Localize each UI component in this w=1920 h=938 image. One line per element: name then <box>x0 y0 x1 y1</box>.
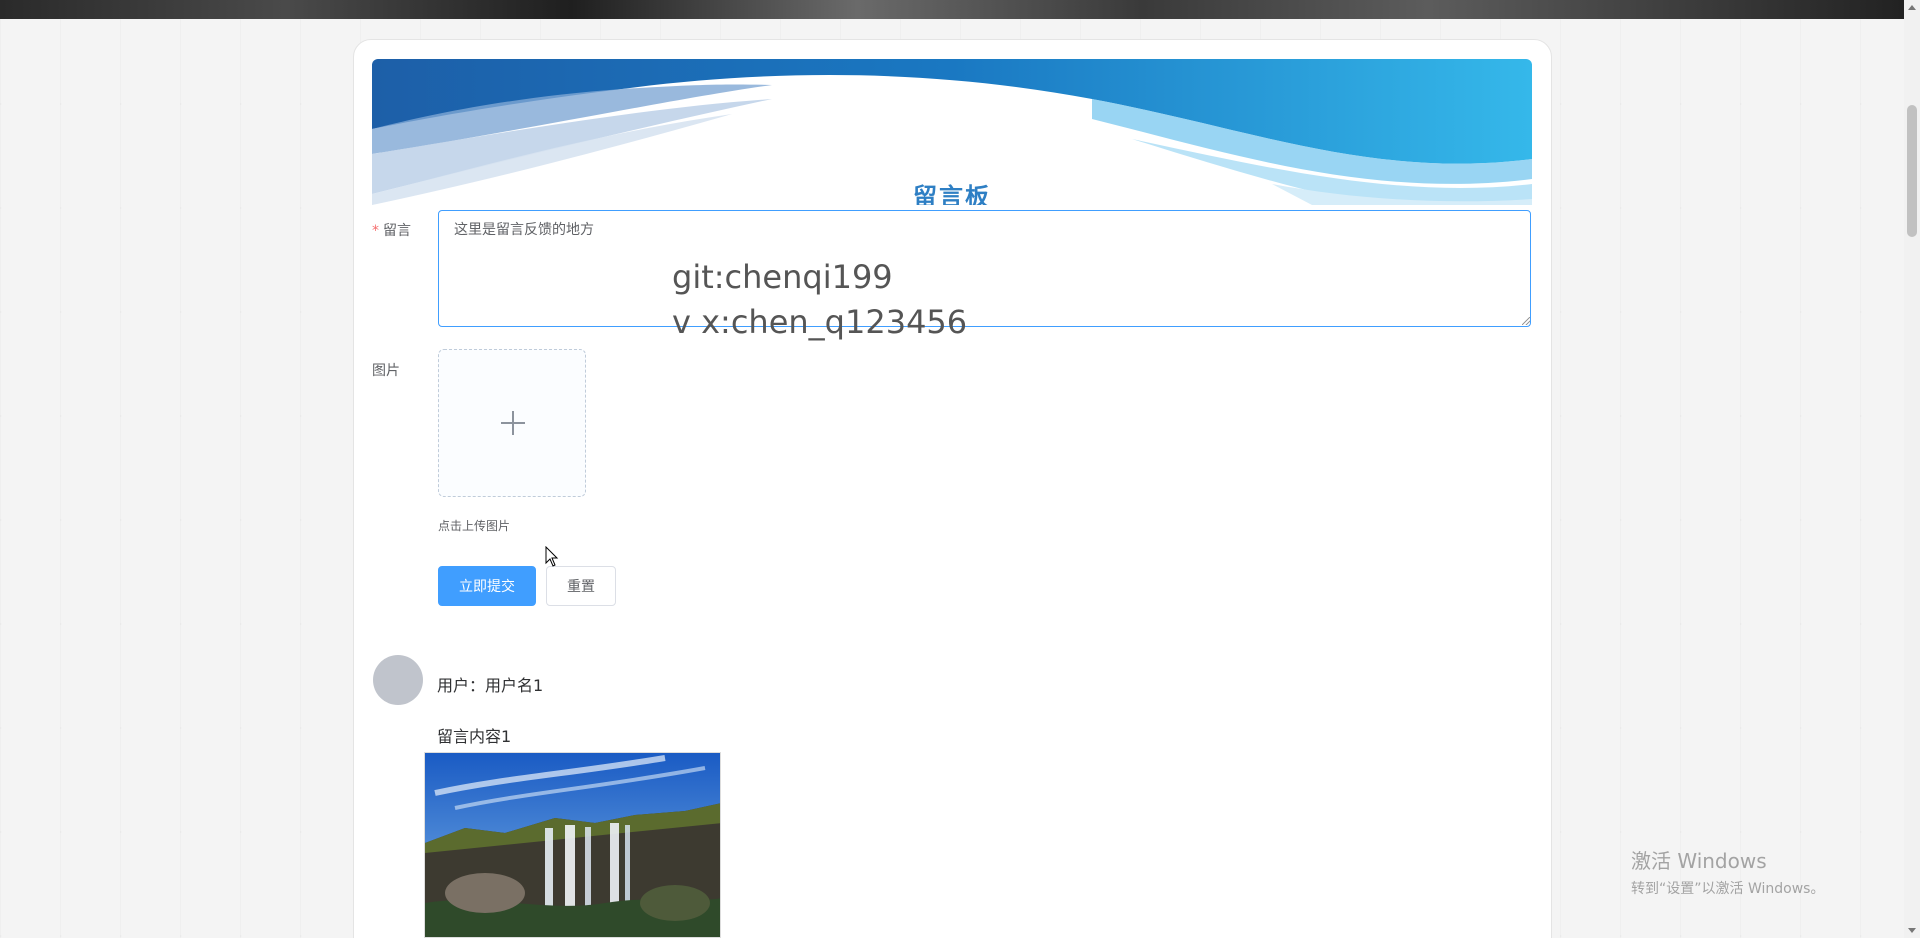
required-mark: * <box>372 223 379 239</box>
message-label: * 留言 <box>372 220 411 240</box>
activation-title: 激活 Windows <box>1631 849 1767 873</box>
top-header-image-strip <box>0 0 1904 19</box>
scroll-down-arrow-icon[interactable] <box>1908 928 1916 933</box>
message-textarea[interactable]: 这里是留言反馈的地方 <box>438 210 1531 327</box>
image-label: 图片 <box>372 363 400 379</box>
upload-tip: 点击上传图片 <box>438 519 511 533</box>
message-label-text: 留言 <box>383 223 411 239</box>
banner: 留言板 <box>372 59 1532 205</box>
page-title: 留言板 <box>913 183 991 205</box>
submit-button[interactable]: 立即提交 <box>438 566 536 606</box>
activation-subtitle: 转到“设置”以激活 Windows。 <box>1631 881 1825 897</box>
reset-button[interactable]: 重置 <box>546 566 616 606</box>
page-scrollbar[interactable] <box>1904 0 1920 938</box>
overlay-text-line-1: git:chenqi199 <box>672 258 893 296</box>
message-content: 留言内容1 <box>437 727 512 746</box>
scroll-up-arrow-icon[interactable] <box>1908 5 1916 10</box>
message-image <box>424 752 721 938</box>
windows-activation-watermark: 激活 Windows 转到“设置”以激活 Windows。 <box>1631 845 1824 898</box>
scrollbar-thumb[interactable] <box>1907 105 1917 237</box>
message-user: 用户：用户名1 <box>437 672 543 696</box>
textarea-resize-handle[interactable] <box>1522 317 1530 325</box>
overlay-text-line-2: v x:chen_q123456 <box>672 303 968 341</box>
image-uploader[interactable] <box>438 349 586 497</box>
avatar <box>373 655 423 705</box>
mouse-cursor-icon <box>545 546 559 567</box>
user-prefix: 用户： <box>437 676 486 695</box>
username: 用户名1 <box>485 676 544 695</box>
